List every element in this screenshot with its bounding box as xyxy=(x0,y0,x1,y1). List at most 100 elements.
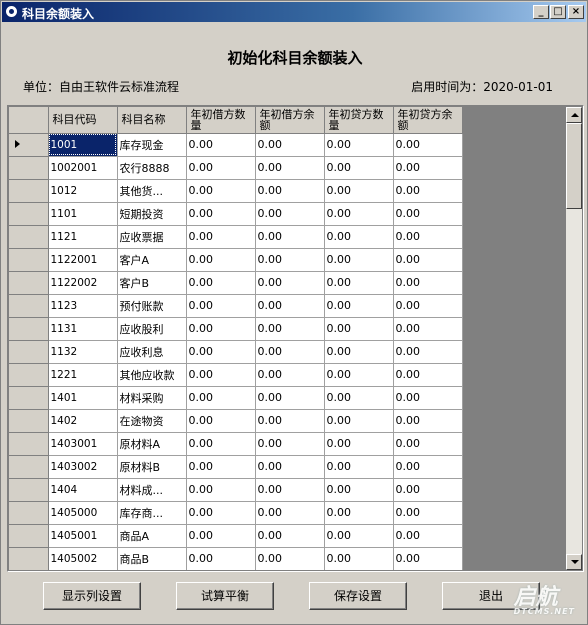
table-cell[interactable]: 0.00 xyxy=(186,294,256,318)
table-cell[interactable]: 短期投资 xyxy=(117,202,187,226)
table-cell[interactable]: 1132 xyxy=(48,340,118,364)
table-cell[interactable]: 1001 xyxy=(48,133,118,157)
table-cell[interactable]: 应收利息 xyxy=(117,340,187,364)
table-cell[interactable]: 0.00 xyxy=(324,294,394,318)
table-row[interactable]: 1405000 库存商... 0.00 0.00 0.00 0.00 xyxy=(9,501,463,525)
table-cell[interactable]: 0.00 xyxy=(393,386,463,410)
table-row[interactable]: 1132 应收利息 0.00 0.00 0.00 0.00 xyxy=(9,340,463,364)
table-cell[interactable]: 库存现金 xyxy=(117,133,187,157)
table-cell[interactable]: 应收票据 xyxy=(117,225,187,249)
table-cell[interactable]: 0.00 xyxy=(393,156,463,180)
table-cell[interactable]: 0.00 xyxy=(255,524,325,548)
table-cell[interactable]: 0.00 xyxy=(186,363,256,387)
table-cell[interactable]: 0.00 xyxy=(393,524,463,548)
table-row[interactable]: 1402 在途物资 0.00 0.00 0.00 0.00 xyxy=(9,409,463,433)
scroll-down-arrow-icon[interactable] xyxy=(566,554,582,570)
table-row[interactable]: 1403002 原材料B 0.00 0.00 0.00 0.00 xyxy=(9,455,463,479)
table-row[interactable]: 1401 材料采购 0.00 0.00 0.00 0.00 xyxy=(9,386,463,410)
table-row[interactable]: 1403001 原材料A 0.00 0.00 0.00 0.00 xyxy=(9,432,463,456)
table-row[interactable]: 1221 其他应收款 0.00 0.00 0.00 0.00 xyxy=(9,363,463,387)
column-header[interactable]: 年初贷方余额 xyxy=(393,107,463,134)
table-cell[interactable]: 0.00 xyxy=(186,225,256,249)
column-settings-button[interactable]: 显示列设置 xyxy=(43,582,141,610)
table-cell[interactable]: 0.00 xyxy=(186,179,256,203)
table-cell[interactable]: 1122002 xyxy=(48,271,118,295)
table-cell[interactable]: 0.00 xyxy=(324,133,394,157)
table-cell[interactable]: 1121 xyxy=(48,225,118,249)
table-cell[interactable]: 1221 xyxy=(48,363,118,387)
maximize-button[interactable]: □ xyxy=(550,5,566,19)
table-row[interactable]: 1002001 农行8888 0.00 0.00 0.00 0.00 xyxy=(9,156,463,180)
table-cell[interactable]: 0.00 xyxy=(324,225,394,249)
minimize-button[interactable]: _ xyxy=(533,5,549,19)
table-cell[interactable]: 1402 xyxy=(48,409,118,433)
table-cell[interactable]: 客户A xyxy=(117,248,187,272)
table-cell[interactable]: 0.00 xyxy=(324,202,394,226)
table-cell[interactable]: 1401 xyxy=(48,386,118,410)
table-cell[interactable]: 库存商... xyxy=(117,501,187,525)
table-cell[interactable]: 0.00 xyxy=(324,179,394,203)
table-cell[interactable]: 0.00 xyxy=(255,363,325,387)
column-header[interactable]: 科目名称 xyxy=(117,107,187,134)
table-cell[interactable]: 0.00 xyxy=(324,248,394,272)
table-cell[interactable]: 0.00 xyxy=(255,133,325,157)
table-cell[interactable]: 0.00 xyxy=(324,340,394,364)
table-cell[interactable]: 1405000 xyxy=(48,501,118,525)
scroll-thumb[interactable] xyxy=(566,123,582,209)
table-cell[interactable]: 0.00 xyxy=(186,547,256,570)
trial-balance-button[interactable]: 试算平衡 xyxy=(176,582,274,610)
table-cell[interactable]: 0.00 xyxy=(324,386,394,410)
table-cell[interactable]: 0.00 xyxy=(393,202,463,226)
row-indicator[interactable] xyxy=(9,133,49,157)
table-cell[interactable]: 0.00 xyxy=(186,386,256,410)
row-indicator[interactable] xyxy=(9,478,49,502)
table-cell[interactable]: 0.00 xyxy=(186,248,256,272)
table-cell[interactable]: 0.00 xyxy=(324,524,394,548)
table-cell[interactable]: 0.00 xyxy=(255,409,325,433)
table-cell[interactable]: 材料成... xyxy=(117,478,187,502)
row-indicator[interactable] xyxy=(9,386,49,410)
table-cell[interactable]: 0.00 xyxy=(255,179,325,203)
table-cell[interactable]: 0.00 xyxy=(255,455,325,479)
table-cell[interactable]: 0.00 xyxy=(393,340,463,364)
table-cell[interactable]: 在途物资 xyxy=(117,409,187,433)
table-cell[interactable]: 1131 xyxy=(48,317,118,341)
table-cell[interactable]: 其他货... xyxy=(117,179,187,203)
column-header[interactable]: 科目代码 xyxy=(48,107,118,134)
table-row[interactable]: 1123 预付账款 0.00 0.00 0.00 0.00 xyxy=(9,294,463,318)
table-cell[interactable]: 0.00 xyxy=(186,455,256,479)
table-cell[interactable]: 0.00 xyxy=(186,271,256,295)
table-cell[interactable]: 0.00 xyxy=(393,225,463,249)
table-cell[interactable]: 1101 xyxy=(48,202,118,226)
table-cell[interactable]: 0.00 xyxy=(393,248,463,272)
table-cell[interactable]: 0.00 xyxy=(186,202,256,226)
row-indicator[interactable] xyxy=(9,547,49,570)
table-cell[interactable]: 0.00 xyxy=(324,156,394,180)
column-header[interactable]: 年初借方余额 xyxy=(255,107,325,134)
table-cell[interactable]: 0.00 xyxy=(324,455,394,479)
table-cell[interactable]: 农行8888 xyxy=(117,156,187,180)
table-row[interactable]: 1121 应收票据 0.00 0.00 0.00 0.00 xyxy=(9,225,463,249)
title-bar[interactable]: 科目余额装入 _ □ × xyxy=(2,2,586,22)
table-cell[interactable]: 1123 xyxy=(48,294,118,318)
table-cell[interactable]: 0.00 xyxy=(255,432,325,456)
table-cell[interactable]: 0.00 xyxy=(393,179,463,203)
table-row[interactable]: 1131 应收股利 0.00 0.00 0.00 0.00 xyxy=(9,317,463,341)
row-indicator[interactable] xyxy=(9,179,49,203)
table-cell[interactable]: 0.00 xyxy=(393,294,463,318)
table-cell[interactable]: 0.00 xyxy=(186,432,256,456)
table-cell[interactable]: 0.00 xyxy=(393,133,463,157)
row-indicator[interactable] xyxy=(9,225,49,249)
table-cell[interactable]: 0.00 xyxy=(255,478,325,502)
row-indicator[interactable] xyxy=(9,317,49,341)
table-cell[interactable]: 0.00 xyxy=(255,317,325,341)
table-cell[interactable]: 0.00 xyxy=(186,340,256,364)
row-indicator[interactable] xyxy=(9,248,49,272)
table-cell[interactable]: 客户B xyxy=(117,271,187,295)
table-cell[interactable]: 0.00 xyxy=(186,133,256,157)
row-indicator[interactable] xyxy=(9,409,49,433)
table-cell[interactable]: 1403001 xyxy=(48,432,118,456)
row-indicator[interactable] xyxy=(9,271,49,295)
row-indicator[interactable] xyxy=(9,156,49,180)
row-indicator[interactable] xyxy=(9,455,49,479)
